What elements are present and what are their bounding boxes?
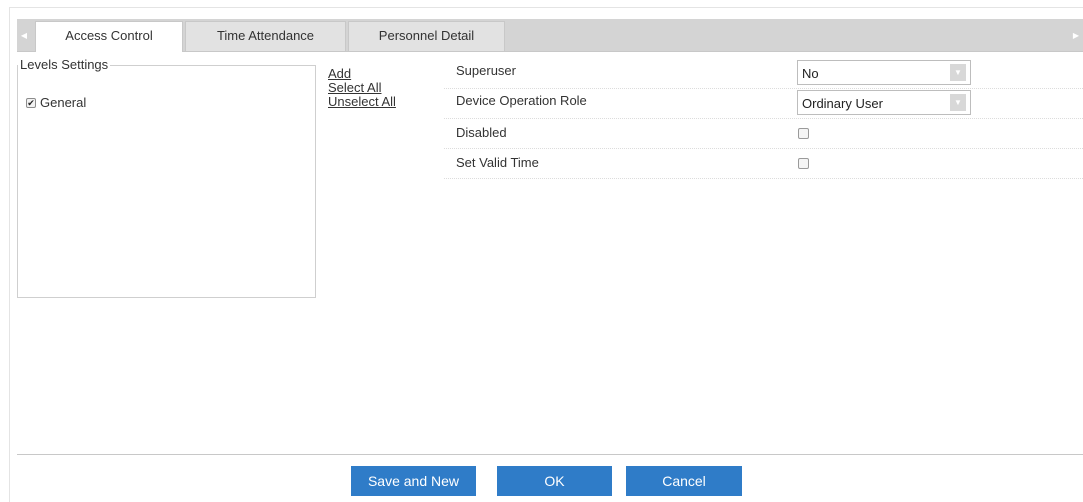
set-valid-time-row: Set Valid Time	[444, 148, 1083, 179]
scroll-left-icon[interactable]: ◀	[17, 19, 31, 51]
disabled-checkbox[interactable]	[798, 128, 809, 139]
checked-checkbox-icon[interactable]: ✔	[26, 97, 36, 108]
level-item-label: General	[40, 95, 87, 110]
device-operation-role-select[interactable]: Ordinary User ▼	[797, 90, 971, 115]
level-actions: Add Select All Unselect All	[328, 67, 396, 109]
footer-divider	[17, 454, 1083, 455]
dropdown-arrow-icon[interactable]: ▼	[950, 64, 966, 81]
superuser-label: Superuser	[456, 63, 516, 78]
superuser-select[interactable]: No ▼	[797, 60, 971, 85]
tab-personnel-detail[interactable]: Personnel Detail	[348, 21, 505, 51]
device-operation-role-row: Device Operation Role Ordinary User ▼	[444, 88, 1083, 119]
tab-access-control[interactable]: Access Control	[35, 21, 183, 52]
device-operation-role-value: Ordinary User	[802, 96, 883, 111]
unselect-all-link[interactable]: Unselect All	[328, 95, 396, 109]
disabled-label: Disabled	[456, 125, 507, 140]
device-operation-role-label: Device Operation Role	[456, 93, 587, 108]
superuser-value: No	[802, 66, 819, 81]
set-valid-time-checkbox[interactable]	[798, 158, 809, 169]
set-valid-time-label: Set Valid Time	[456, 155, 539, 170]
scroll-right-icon[interactable]: ▶	[1069, 19, 1083, 51]
dropdown-arrow-icon[interactable]: ▼	[950, 94, 966, 111]
disabled-row: Disabled	[444, 118, 1083, 149]
window-border-left	[9, 7, 10, 502]
levels-settings-panel: Levels Settings ✔ General	[17, 58, 316, 298]
window-border-top	[9, 7, 1083, 8]
tab-time-attendance[interactable]: Time Attendance	[185, 21, 346, 51]
tab-bar: ◀ Access Control Time Attendance Personn…	[17, 19, 1083, 52]
superuser-row: Superuser No ▼	[444, 58, 1083, 89]
save-and-new-button[interactable]: Save and New	[351, 466, 476, 496]
select-all-link[interactable]: Select All	[328, 81, 396, 95]
cancel-button[interactable]: Cancel	[626, 466, 742, 496]
levels-settings-legend: Levels Settings	[20, 57, 109, 72]
ok-button[interactable]: OK	[497, 466, 612, 496]
level-item-general[interactable]: ✔ General	[26, 95, 86, 110]
add-link[interactable]: Add	[328, 67, 396, 81]
